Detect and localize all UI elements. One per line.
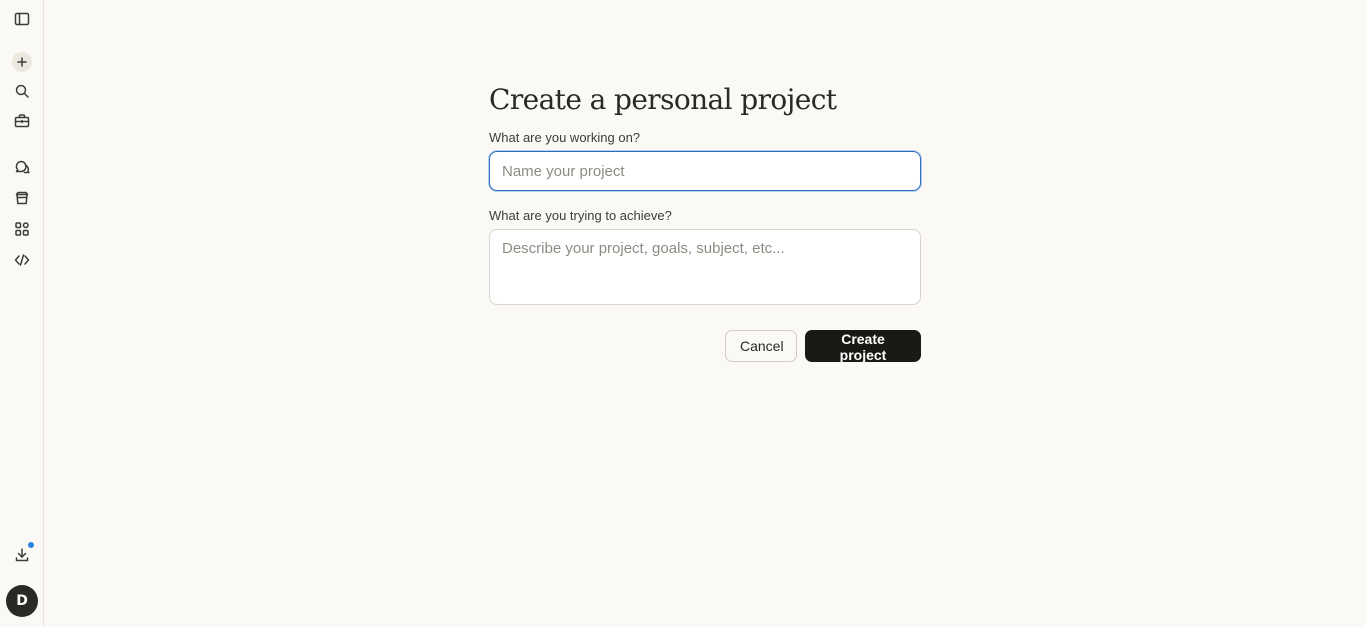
plus-icon[interactable] — [12, 52, 32, 72]
grid-apps-icon[interactable] — [8, 215, 36, 243]
project-description-input[interactable] — [489, 229, 921, 305]
page-title: Create a personal project — [489, 83, 837, 116]
sidebar: D — [0, 0, 44, 627]
app-window: D Create a personal project What are you… — [0, 0, 1366, 627]
download-icon[interactable] — [8, 541, 36, 569]
briefcase-icon[interactable] — [8, 107, 36, 135]
cancel-button[interactable]: Cancel — [725, 330, 797, 362]
search-icon[interactable] — [8, 77, 36, 105]
code-brackets-icon[interactable] — [8, 246, 36, 274]
notification-dot — [28, 542, 34, 548]
chat-bubbles-icon[interactable] — [8, 153, 36, 181]
create-project-form: Create a personal project What are you w… — [489, 82, 921, 363]
project-name-label: What are you working on? — [489, 130, 641, 145]
project-name-input[interactable] — [489, 151, 921, 191]
main-content: Create a personal project What are you w… — [44, 0, 1366, 627]
archive-box-icon[interactable] — [8, 184, 36, 212]
create-project-button[interactable]: Create project — [805, 330, 921, 363]
form-actions: Cancel Create project — [489, 330, 921, 363]
project-description-label: What are you trying to achieve? — [489, 208, 672, 223]
sidebar-toggle-icon[interactable] — [8, 5, 36, 33]
avatar[interactable]: D — [6, 585, 38, 617]
